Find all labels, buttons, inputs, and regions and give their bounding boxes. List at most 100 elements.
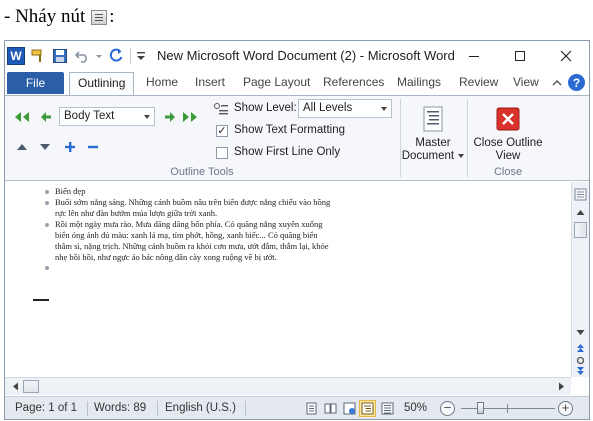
scroll-down-icon[interactable]	[574, 326, 587, 339]
outline-item-text: Biển đẹp	[55, 186, 86, 196]
zoom-in-icon[interactable]: +	[558, 401, 573, 416]
qat-separator	[130, 48, 131, 64]
tab-view[interactable]: View	[513, 75, 539, 89]
close-outline-view-button[interactable]: Close Outline View	[468, 100, 548, 162]
minimize-button[interactable]	[451, 41, 497, 71]
language-indicator[interactable]: English (U.S.)	[165, 402, 236, 414]
outline-bullet	[45, 201, 49, 205]
move-down-icon[interactable]	[36, 138, 54, 156]
format-painter-icon[interactable]	[29, 47, 47, 65]
help-icon[interactable]: ?	[568, 74, 585, 91]
master-document-label: Master Document	[401, 137, 465, 163]
zoom-level[interactable]: 50%	[404, 402, 427, 414]
tab-home[interactable]: Home	[146, 75, 178, 89]
zoom-slider-track[interactable]	[461, 408, 555, 409]
show-level-select[interactable]: All Levels	[298, 99, 392, 118]
word-count[interactable]: Words: 89	[94, 402, 146, 414]
move-up-icon[interactable]	[13, 138, 31, 156]
promote-to-heading-1-icon[interactable]	[13, 108, 31, 126]
show-first-line-only-label: Show First Line Only	[234, 146, 341, 158]
status-separator	[245, 401, 246, 416]
save-icon[interactable]	[51, 47, 69, 65]
tab-insert[interactable]: Insert	[195, 75, 225, 89]
status-separator	[157, 401, 158, 416]
page-count[interactable]: Page: 1 of 1	[15, 402, 77, 414]
scroll-up-icon[interactable]	[574, 206, 587, 219]
outline-tools-group: Body Text Show Level: All Levels ✓ Show …	[5, 96, 399, 180]
tab-references[interactable]: References	[323, 75, 384, 89]
outline-bullet	[45, 190, 49, 194]
caption-suffix: :	[109, 6, 115, 27]
show-level-icon	[213, 100, 229, 118]
outline-item[interactable]: Buổi sớm nắng sáng. Những cánh buồm nâu …	[43, 197, 333, 219]
close-group-label: Close	[493, 166, 523, 178]
horizontal-scroll-thumb[interactable]	[23, 380, 39, 393]
document-area[interactable]: Biển đẹp Buổi sớm nắng sáng. Những cánh …	[5, 182, 571, 377]
previous-page-icon[interactable]	[574, 341, 587, 354]
print-layout-view-icon[interactable]	[303, 400, 320, 417]
ribbon-tabs: File Outlining Home Insert Page Layout R…	[5, 71, 589, 96]
outline-item-text: Buổi sớm nắng sáng. Những cánh buồm nâu …	[55, 197, 331, 218]
word-app-icon[interactable]: W	[7, 47, 25, 65]
outline-level-value: Body Text	[64, 110, 115, 122]
outline-tools-label: Outline Tools	[170, 166, 234, 178]
outline-level-select[interactable]: Body Text	[59, 107, 155, 126]
collapse-icon[interactable]	[84, 138, 102, 156]
outline-item[interactable]: Biển đẹp	[43, 186, 333, 197]
ruler-toggle-icon[interactable]	[574, 188, 587, 201]
tab-mailings[interactable]: Mailings	[397, 75, 441, 89]
web-layout-view-icon[interactable]	[341, 400, 358, 417]
close-outline-view-label: Close Outline View	[473, 137, 543, 162]
word-window: W New Microsoft Word Document (2) - Micr…	[4, 40, 590, 420]
outline-view-icon[interactable]	[359, 400, 376, 417]
window-title: New Microsoft Word Document (2) - Micros…	[157, 48, 455, 63]
tab-file[interactable]: File	[7, 72, 64, 94]
vertical-scrollbar[interactable]	[571, 182, 589, 377]
scroll-left-icon[interactable]	[8, 380, 22, 393]
full-screen-reading-view-icon[interactable]	[322, 400, 339, 417]
outline-bullet	[45, 223, 49, 227]
zoom-slider-thumb[interactable]	[477, 402, 484, 414]
outline-item[interactable]: Rồi một ngày mưa rào. Mưa dăng dăng bốn …	[43, 219, 333, 263]
show-level-value: All Levels	[303, 102, 353, 114]
end-of-document-mark	[33, 299, 49, 301]
outline-item-text: Rồi một ngày mưa rào. Mưa dăng dăng bốn …	[55, 219, 329, 262]
undo-icon[interactable]	[73, 47, 91, 65]
undo-dropdown-icon[interactable]	[95, 47, 103, 65]
title-bar: W New Microsoft Word Document (2) - Micr…	[5, 41, 589, 71]
show-text-formatting-label: Show Text Formatting	[234, 124, 346, 136]
caption: - Nháy nút :	[4, 4, 115, 30]
outline-bullet	[45, 266, 49, 270]
maximize-button[interactable]	[497, 41, 543, 71]
minimize-ribbon-icon[interactable]	[552, 78, 562, 88]
chevron-down-icon	[144, 115, 150, 119]
next-page-icon[interactable]	[574, 365, 587, 378]
draft-view-icon[interactable]	[379, 400, 396, 417]
tab-outlining[interactable]: Outlining	[69, 72, 135, 96]
status-bar: Page: 1 of 1 Words: 89 English (U.S.) 50…	[5, 396, 589, 419]
show-first-line-only-checkbox[interactable]	[216, 147, 228, 159]
ribbon-tools: ?	[552, 74, 585, 91]
show-text-formatting-checkbox[interactable]: ✓	[216, 125, 228, 137]
promote-icon[interactable]	[37, 108, 55, 126]
demote-to-body-text-icon[interactable]	[181, 108, 199, 126]
outline-item-empty[interactable]	[43, 263, 333, 273]
outline-list: Biển đẹp Buổi sớm nắng sáng. Những cánh …	[43, 186, 333, 273]
master-document-group[interactable]: Master Document	[401, 96, 465, 180]
zoom-out-icon[interactable]: −	[440, 401, 455, 416]
close-group: Close Outline View Close	[468, 96, 548, 180]
close-button[interactable]	[543, 41, 589, 71]
customize-toolbar-icon[interactable]	[136, 47, 146, 65]
redo-icon[interactable]	[107, 47, 125, 65]
chevron-down-icon	[458, 153, 465, 158]
vertical-scroll-thumb[interactable]	[574, 222, 587, 238]
window-controls	[451, 41, 589, 71]
tab-review[interactable]: Review	[459, 75, 498, 89]
demote-icon[interactable]	[161, 108, 179, 126]
expand-icon[interactable]	[61, 138, 79, 156]
tab-page-layout[interactable]: Page Layout	[243, 75, 310, 89]
show-level-label: Show Level:	[234, 102, 297, 114]
scroll-right-icon[interactable]	[554, 380, 568, 393]
master-document-icon	[421, 106, 445, 132]
horizontal-scrollbar[interactable]	[5, 377, 571, 395]
